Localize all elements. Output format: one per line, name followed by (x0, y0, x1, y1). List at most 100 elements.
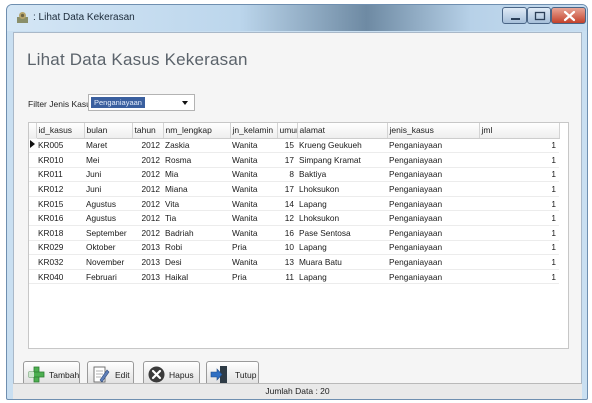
table-cell[interactable]: 1 (479, 152, 559, 168)
table-cell[interactable]: 12 (277, 210, 297, 227)
filter-dropdown[interactable]: Penganiayaan (88, 94, 195, 111)
table-row[interactable]: KR012 Juni 2012 Miana Wanita 17 Lhoksukon Penga… (29, 181, 559, 197)
table-cell[interactable]: Wanita (230, 210, 277, 227)
table-cell[interactable]: 2012 (132, 138, 163, 154)
table-cell[interactable]: 1 (479, 240, 559, 256)
table-row[interactable]: KR018 September 2012 Badriah Wanita 16 Pase Se… (29, 225, 559, 241)
table-cell[interactable]: Wanita (230, 152, 277, 168)
table-cell[interactable]: Penganiayaan (387, 152, 479, 168)
row-header[interactable] (29, 254, 36, 270)
table-cell[interactable]: Pria (230, 269, 277, 285)
table-cell[interactable]: Lhoksukon (297, 181, 387, 197)
table-cell[interactable]: 13 (277, 254, 297, 270)
table-cell[interactable]: Wanita (230, 138, 277, 154)
column-header[interactable]: umur (277, 123, 298, 139)
table-cell[interactable]: KR029 (36, 240, 84, 256)
table-cell[interactable]: Mei (84, 152, 132, 168)
table-cell[interactable]: KR010 (36, 152, 84, 168)
table-cell[interactable]: Juni (84, 181, 132, 197)
table-cell[interactable]: Muara Batu (297, 254, 387, 270)
table-cell[interactable]: 17 (277, 152, 297, 168)
table-cell[interactable]: Badriah (163, 225, 230, 241)
table-cell[interactable]: Wanita (230, 254, 277, 270)
table-cell[interactable]: 2012 (132, 210, 163, 227)
table-cell[interactable]: 17 (277, 181, 297, 197)
table-row[interactable]: KR029 Oktober 2013 Robi Pria 10 Lapang Pengania… (29, 240, 559, 256)
table-cell[interactable]: 1 (479, 138, 559, 154)
row-header[interactable] (29, 269, 36, 285)
table-cell[interactable]: KR011 (36, 167, 84, 183)
row-header[interactable] (29, 210, 36, 227)
row-header[interactable] (29, 240, 36, 256)
table-cell[interactable]: Haikal (163, 269, 230, 285)
table-cell[interactable]: KR005 (36, 138, 84, 154)
table-cell[interactable]: Baktiya (297, 167, 387, 183)
table-cell[interactable]: Februari (84, 269, 132, 285)
table-cell[interactable]: KR016 (36, 210, 84, 227)
table-row[interactable]: KR010 Mei 2012 Rosma Wanita 17 Simpang Kramat P… (29, 152, 559, 168)
row-header[interactable] (29, 181, 36, 197)
row-header[interactable] (29, 152, 36, 168)
table-cell[interactable]: Lhoksukon (297, 210, 387, 227)
column-header[interactable]: jml (479, 123, 560, 139)
table-cell[interactable]: September (84, 225, 132, 241)
row-header[interactable] (29, 196, 36, 212)
table-cell[interactable]: Lapang (297, 196, 387, 212)
table-cell[interactable]: 1 (479, 269, 559, 285)
table-cell[interactable]: Zaskia (163, 138, 230, 154)
title-bar[interactable]: : Lihat Data Kekerasan (7, 5, 587, 31)
table-cell[interactable]: Pase Sentosa (297, 225, 387, 241)
column-header[interactable]: jn_kelamin (230, 123, 278, 139)
table-cell[interactable]: Agustus (84, 210, 132, 227)
row-header[interactable] (29, 138, 36, 154)
table-cell[interactable]: 2012 (132, 196, 163, 212)
table-row[interactable]: KR015 Agustus 2012 Vita Wanita 14 Lapang Pengan… (29, 196, 559, 212)
table-cell[interactable]: 8 (277, 167, 297, 183)
table-cell[interactable]: Desi (163, 254, 230, 270)
table-cell[interactable]: 16 (277, 225, 297, 241)
table-cell[interactable]: 1 (479, 181, 559, 197)
table-cell[interactable]: KR018 (36, 225, 84, 241)
table-cell[interactable]: 15 (277, 138, 297, 154)
table-cell[interactable]: November (84, 254, 132, 270)
table-cell[interactable]: Rosma (163, 152, 230, 168)
table-cell[interactable]: 1 (479, 167, 559, 183)
table-cell[interactable]: 14 (277, 196, 297, 212)
table-cell[interactable]: Tia (163, 210, 230, 227)
table-cell[interactable]: Robi (163, 240, 230, 256)
table-cell[interactable]: Pria (230, 240, 277, 256)
table-cell[interactable]: Agustus (84, 196, 132, 212)
column-header[interactable]: id_kasus (36, 123, 85, 139)
table-cell[interactable]: 1 (479, 254, 559, 270)
table-cell[interactable]: Penganiayaan (387, 196, 479, 212)
table-row[interactable]: KR011 Juni 2012 Mia Wanita 8 Baktiya Penganiaya… (29, 167, 559, 183)
table-cell[interactable]: 1 (479, 196, 559, 212)
table-cell[interactable]: Penganiayaan (387, 225, 479, 241)
column-header[interactable]: tahun (132, 123, 164, 139)
table-cell[interactable]: Oktober (84, 240, 132, 256)
table-cell[interactable]: Mia (163, 167, 230, 183)
table-cell[interactable]: Vita (163, 196, 230, 212)
column-header[interactable]: jenis_kasus (387, 123, 480, 139)
table-cell[interactable]: 10 (277, 240, 297, 256)
minimize-button[interactable] (502, 7, 527, 24)
table-cell[interactable]: 2012 (132, 152, 163, 168)
row-header[interactable] (29, 225, 36, 241)
table-cell[interactable]: KR032 (36, 254, 84, 270)
column-header[interactable]: nm_lengkap (163, 123, 231, 139)
table-cell[interactable]: KR015 (36, 196, 84, 212)
table-cell[interactable]: Lapang (297, 269, 387, 285)
table-cell[interactable]: 11 (277, 269, 297, 285)
table-row[interactable]: KR032 November 2013 Desi Wanita 13 Muara Batu P… (29, 254, 559, 270)
table-cell[interactable]: Wanita (230, 196, 277, 212)
column-header[interactable]: alamat (297, 123, 388, 139)
table-cell[interactable]: 1 (479, 210, 559, 227)
table-cell[interactable]: Wanita (230, 225, 277, 241)
table-cell[interactable]: 2012 (132, 225, 163, 241)
table-cell[interactable]: Penganiayaan (387, 240, 479, 256)
data-table[interactable]: id_kasus bulan tahun nm_lengkap jn_kelam… (28, 122, 569, 349)
table-cell[interactable]: Penganiayaan (387, 254, 479, 270)
table-cell[interactable]: Miana (163, 181, 230, 197)
table-cell[interactable]: Simpang Kramat (297, 152, 387, 168)
table-cell[interactable]: Penganiayaan (387, 210, 479, 227)
